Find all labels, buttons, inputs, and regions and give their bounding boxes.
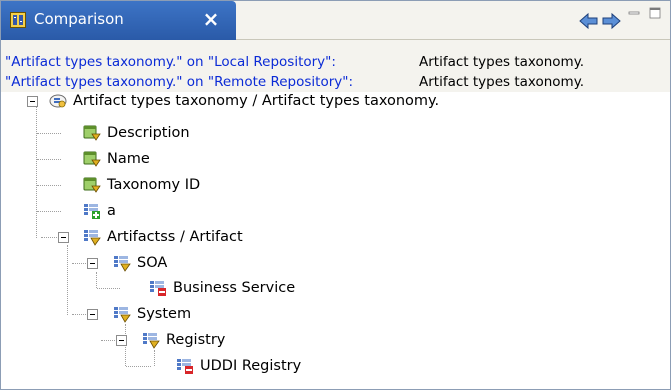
collapse-toggle[interactable] bbox=[116, 335, 127, 346]
tree-item-label: Artifactss / Artifact bbox=[107, 229, 243, 245]
tree-item[interactable]: SOA bbox=[113, 251, 167, 275]
tree-item-label: Taxonomy ID bbox=[107, 177, 201, 193]
modified-item-icon bbox=[143, 333, 160, 349]
local-repository-value: Artifact types taxonomy. bbox=[419, 54, 585, 70]
collapse-toggle[interactable] bbox=[27, 96, 38, 107]
tab-title: Comparison bbox=[34, 10, 124, 28]
tab-comparison[interactable]: Comparison × bbox=[1, 1, 236, 40]
tree-item[interactable]: Artifact types taxonomy / Artifact types… bbox=[49, 89, 439, 113]
changed-property-icon bbox=[83, 125, 101, 141]
tree-item[interactable]: System bbox=[113, 302, 191, 326]
comparison-view-icon bbox=[10, 12, 26, 28]
remote-repository-value: Artifact types taxonomy. bbox=[419, 74, 585, 90]
tree-connector bbox=[37, 185, 61, 186]
comparison-header: "Artifact types taxonomy." on "Local Rep… bbox=[1, 40, 670, 92]
tree-item[interactable]: Business Service bbox=[149, 276, 295, 300]
modified-item-icon bbox=[114, 256, 131, 272]
close-icon[interactable]: × bbox=[201, 8, 221, 30]
taxonomy-icon bbox=[49, 94, 67, 108]
tree-item-label: Registry bbox=[166, 332, 226, 348]
tree-item[interactable]: Artifactss / Artifact bbox=[83, 225, 243, 249]
tree-item-label: UDDI Registry bbox=[200, 358, 302, 374]
comparison-tree: Artifact types taxonomy / Artifact types… bbox=[1, 93, 670, 389]
tree-connector bbox=[37, 159, 61, 160]
tree-connector bbox=[37, 133, 61, 134]
changed-property-icon bbox=[83, 177, 101, 193]
tree-connector bbox=[36, 101, 37, 238]
comparison-view: Comparison × "Artifact types taxonomy." … bbox=[0, 0, 671, 390]
removed-item-icon bbox=[177, 359, 193, 374]
tree-item[interactable]: Registry bbox=[142, 328, 225, 352]
tree-item[interactable]: Taxonomy ID bbox=[83, 173, 200, 197]
local-repository-label: "Artifact types taxonomy." on "Local Rep… bbox=[5, 54, 336, 70]
tree-item[interactable]: Name bbox=[83, 147, 150, 171]
tree-item-label: Artifact types taxonomy / Artifact types… bbox=[73, 93, 440, 109]
local-repository-line: "Artifact types taxonomy." on "Local Rep… bbox=[5, 54, 584, 70]
view-tab-bar: Comparison × bbox=[1, 1, 670, 40]
tree-connector bbox=[154, 350, 155, 366]
tree-connector bbox=[126, 366, 151, 367]
collapse-toggle[interactable] bbox=[87, 258, 98, 269]
tree-item-label: a bbox=[107, 203, 116, 219]
next-difference-icon[interactable] bbox=[601, 12, 621, 30]
tree-item-label: Name bbox=[107, 151, 150, 167]
tree-item-label: SOA bbox=[137, 255, 168, 271]
collapse-toggle[interactable] bbox=[87, 309, 98, 320]
tree-item[interactable]: Description bbox=[83, 121, 190, 145]
collapse-toggle[interactable] bbox=[58, 232, 69, 243]
maximize-icon[interactable] bbox=[649, 7, 661, 19]
modified-item-icon bbox=[114, 307, 131, 323]
added-item-icon bbox=[84, 204, 100, 219]
remote-repository-line: "Artifact types taxonomy." on "Remote Re… bbox=[5, 74, 584, 90]
tree-item-label: Business Service bbox=[173, 280, 296, 296]
tree-connector bbox=[97, 288, 120, 289]
removed-item-icon bbox=[150, 281, 166, 296]
previous-difference-icon[interactable] bbox=[579, 12, 599, 30]
remote-repository-label: "Artifact types taxonomy." on "Remote Re… bbox=[5, 74, 354, 90]
tree-item[interactable]: UDDI Registry bbox=[176, 354, 301, 378]
tree-item-label: Description bbox=[107, 125, 190, 141]
modified-item-icon bbox=[84, 230, 101, 246]
minimize-icon[interactable] bbox=[628, 7, 640, 19]
tree-item[interactable]: a bbox=[83, 199, 116, 223]
tree-connector bbox=[37, 211, 61, 212]
tree-item-label: System bbox=[137, 306, 192, 322]
tree-connector bbox=[67, 245, 68, 315]
changed-property-icon bbox=[83, 151, 101, 167]
tree-connector bbox=[96, 272, 97, 288]
